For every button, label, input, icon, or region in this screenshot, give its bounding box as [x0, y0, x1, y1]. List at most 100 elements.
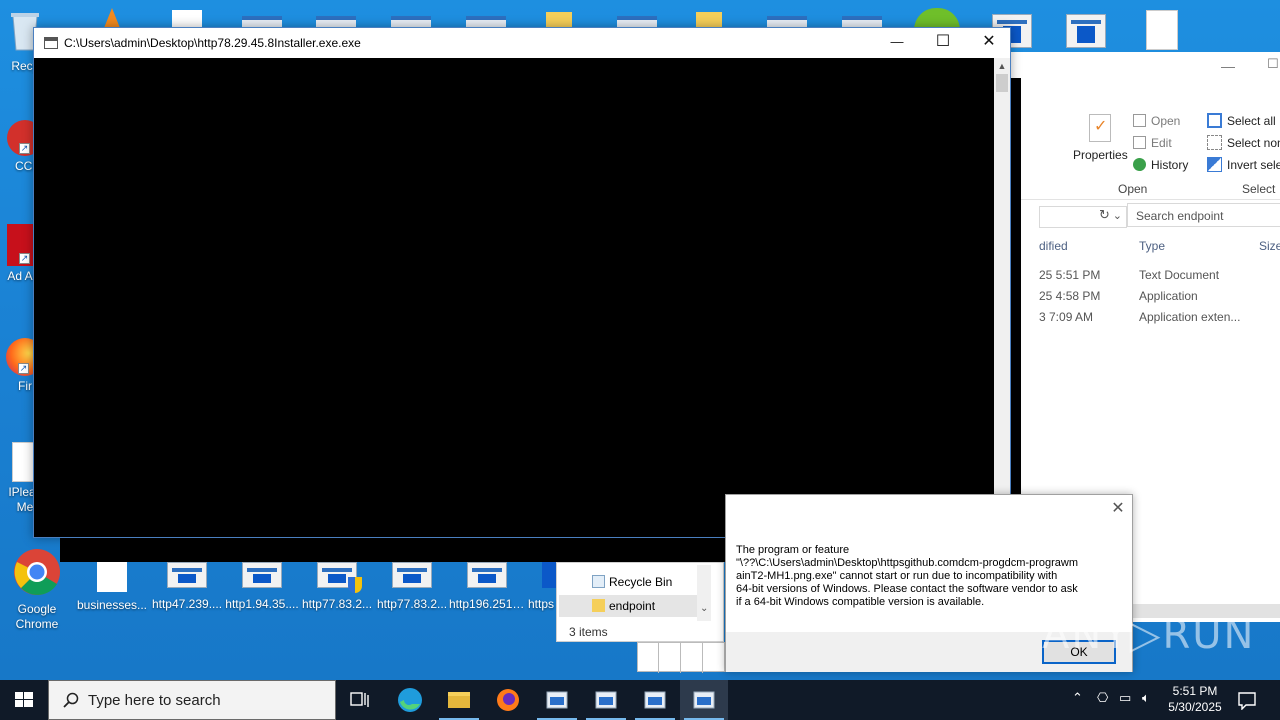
task-view-icon [350, 692, 369, 707]
edge-icon [398, 688, 422, 712]
open-button[interactable]: Open [1151, 114, 1180, 128]
task-view-button[interactable] [336, 680, 384, 720]
explorer-minimize-button[interactable]: — [1221, 58, 1235, 74]
nav-item-recycle-bin[interactable]: Recycle Bin [559, 571, 697, 593]
select-none-icon [1207, 135, 1222, 150]
select-none-button[interactable]: Select non [1227, 136, 1280, 150]
history-icon [1133, 158, 1146, 171]
file-modified: 25 4:58 PM [1039, 289, 1101, 303]
nav-item-label: endpoint [609, 599, 656, 613]
edit-icon [1133, 136, 1146, 149]
edit-button[interactable]: Edit [1151, 136, 1172, 150]
invert-selection-icon [1207, 157, 1222, 172]
shortcut-arrow-icon: ↗ [19, 253, 30, 264]
dialog-close-button[interactable]: ✕ [1108, 499, 1128, 519]
scroll-thumb[interactable] [996, 74, 1008, 92]
taskbar-edge[interactable] [386, 680, 434, 720]
taskbar-window-1[interactable] [533, 680, 581, 720]
console-overflow-strip [60, 538, 726, 562]
desktop-icon-http196[interactable]: http196.251.... [449, 562, 525, 612]
volume-icon[interactable]: 🔈︎ [1142, 690, 1150, 706]
desktop-icon-http1[interactable]: http1.94.35.... [224, 562, 300, 612]
nav-item-endpoint[interactable]: endpoint [559, 595, 697, 617]
properties-icon: ✓ [1089, 114, 1111, 142]
invert-selection-button[interactable]: Invert selec [1227, 158, 1280, 172]
properties-button[interactable]: Properties [1073, 148, 1128, 162]
minimize-button[interactable]: — [874, 28, 920, 58]
window-app-icon [546, 691, 568, 709]
folder-icon [592, 599, 605, 612]
taskbar: Type here to search ⌃ ⎔ ▭ 🔈︎ 5:51 PM 5/3… [0, 680, 1280, 720]
windows-logo-icon [15, 692, 33, 707]
console-titlebar[interactable]: C:\Users\admin\Desktop\http78.29.45.8Ins… [34, 28, 1010, 58]
search-input[interactable]: Search endpoint [1127, 203, 1280, 227]
taskbar-search-box[interactable]: Type here to search [48, 680, 336, 720]
network-icon[interactable]: ▭ [1119, 690, 1131, 706]
file-modified: 25 5:51 PM [1039, 268, 1101, 282]
select-all-button[interactable]: Select all [1227, 114, 1276, 128]
history-button[interactable]: History [1151, 158, 1188, 172]
shortcut-arrow-icon: ↗ [19, 143, 30, 154]
nav-item-label: Recycle Bin [609, 575, 673, 589]
explorer-ribbon: ✓ Properties Open Edit History Select al… [1011, 100, 1280, 200]
close-button[interactable]: ✕ [966, 28, 1012, 58]
taskbar-clock[interactable]: 5:51 PM 5/30/2025 [1160, 683, 1230, 715]
desktop-icon-label: http77.83.2... [376, 597, 448, 611]
console-vertical-scrollbar[interactable]: ▲ ▼ [994, 58, 1010, 537]
taskbar-window-2[interactable] [582, 680, 630, 720]
desktop-icon-label: Google Chrome [15, 602, 59, 631]
desktop-icon-label: https [528, 597, 555, 611]
desktop-icon-label: http1.94.35.... [225, 597, 299, 611]
file-type: Application exten... [1139, 310, 1241, 324]
blank-file-icon [97, 562, 127, 592]
notifications-icon[interactable] [1236, 690, 1258, 710]
file-modified: 3 7:09 AM [1039, 310, 1094, 324]
executable-icon [392, 562, 432, 588]
column-header-type[interactable]: Type [1139, 239, 1165, 253]
uac-shield-icon [348, 577, 362, 593]
stacked-window-edges [637, 642, 725, 673]
network-device-icon[interactable]: ⎔ [1097, 690, 1108, 706]
refresh-icon[interactable]: ↻ [1099, 207, 1110, 223]
taskbar-firefox[interactable] [484, 680, 532, 720]
taskbar-window-4[interactable] [680, 680, 728, 720]
column-header-modified[interactable]: dified [1039, 239, 1068, 253]
taskbar-file-explorer[interactable] [435, 680, 483, 720]
taskbar-window-3[interactable] [631, 680, 679, 720]
window-icon[interactable] [1066, 14, 1106, 48]
select-all-icon [1207, 113, 1222, 128]
desktop-icon-http77-b[interactable]: http77.83.2... [374, 562, 450, 612]
column-header-size[interactable]: Size [1259, 239, 1280, 253]
start-button[interactable] [0, 680, 48, 720]
firefox-icon [497, 689, 519, 711]
dialog-message: The program or feature "\??\C:\Users\adm… [736, 544, 1078, 608]
ribbon-group-select-label: Select [1242, 182, 1276, 196]
desktop-icon-http77-a[interactable]: http77.83.2... [299, 562, 375, 612]
status-item-count: 3 items [569, 625, 608, 639]
console-output-area[interactable] [34, 58, 994, 537]
nav-scrollbar[interactable]: ⌄ [697, 565, 711, 621]
window-app-icon [644, 691, 666, 709]
clock-time: 5:51 PM [1172, 684, 1218, 698]
anyrun-watermark: ANY▷RUN [1042, 612, 1256, 658]
chevron-up-icon[interactable]: ⌃ [1072, 690, 1083, 706]
scroll-up-icon[interactable]: ▲ [994, 58, 1010, 74]
folder-icon [448, 692, 470, 708]
console-window: C:\Users\admin\Desktop\http78.29.45.8Ins… [33, 27, 1011, 538]
ribbon-group-open-label: Open [1118, 182, 1148, 196]
file-type: Application [1139, 289, 1198, 303]
file-type: Text Document [1139, 268, 1220, 282]
desktop-icon-businesses[interactable]: businesses... [74, 562, 150, 613]
explorer-maximize-button[interactable]: ☐ [1267, 56, 1279, 72]
executable-icon [242, 562, 282, 588]
console-shadow-strip [1011, 78, 1021, 498]
maximize-button[interactable]: ☐ [920, 28, 966, 58]
address-bar[interactable]: ⌄ [1039, 206, 1127, 228]
desktop-icon-https[interactable]: https [520, 562, 556, 612]
desktop-icon-http47[interactable]: http47.239.... [149, 562, 225, 612]
doc-icon[interactable] [1146, 10, 1178, 50]
shortcut-arrow-icon: ↗ [18, 363, 29, 374]
clock-date: 5/30/2025 [1168, 700, 1222, 714]
explorer-navigation-pane: Recycle Bin endpoint ⌄ 3 items [556, 562, 724, 642]
search-icon [63, 692, 79, 708]
